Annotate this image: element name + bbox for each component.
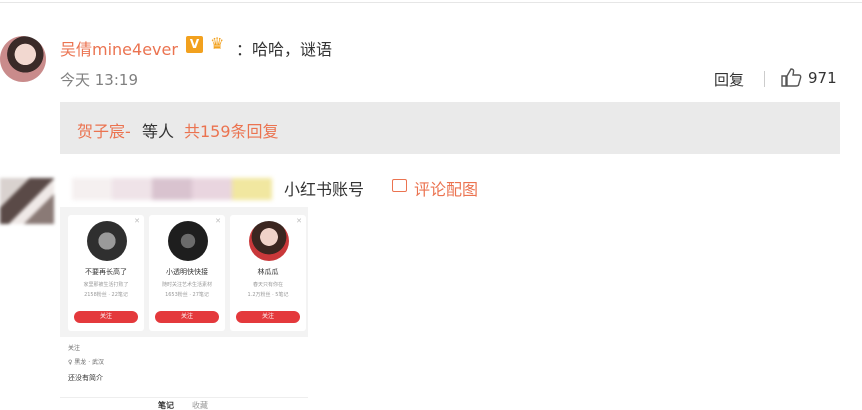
profile-line: 关注 [68, 345, 81, 352]
card-stats: 1653粉丝 · 27笔记 [165, 292, 209, 298]
sub-reply-username[interactable]: 贺子宸- [77, 118, 131, 142]
follow-button: 关注 [155, 311, 219, 323]
comment-image-link[interactable]: 评论配图 [414, 176, 478, 200]
card-desc: 随时关注艺术生活素材 [161, 282, 212, 288]
sub-reply-box [60, 102, 840, 154]
like-thumb-icon[interactable] [780, 66, 802, 88]
recommend-card: ✕ 不要再长高了 家里那被生活打败了 2158粉丝 · 22笔记 关注 [68, 215, 144, 331]
verified-badge-icon: V [186, 36, 203, 53]
comment-timestamp: 今天 13:19 [60, 71, 138, 89]
recommend-card: ✕ 小透明快快接 随时关注艺术生活素材 1653粉丝 · 27笔记 关注 [149, 215, 225, 331]
card-avatar [87, 221, 127, 261]
like-count: 971 [808, 69, 837, 87]
blurred-avatar[interactable] [0, 178, 54, 224]
card-avatar [249, 221, 289, 261]
tab-notes: 笔记 [158, 401, 174, 410]
close-icon: ✕ [296, 217, 302, 225]
profile-bio: 还没有简介 [68, 374, 103, 382]
profile-section: 关注 ♀ 黑龙 · 武汉 还没有简介 笔记 收藏 [60, 337, 308, 410]
card-desc: 家里那被生活打败了 [83, 282, 129, 288]
card-avatar [168, 221, 208, 261]
action-divider [764, 71, 765, 87]
follow-button: 关注 [236, 311, 300, 323]
comment-text-2: 小红书账号 [284, 180, 365, 199]
profile-tabs: 笔记 收藏 [60, 397, 308, 410]
reply-button[interactable]: 回复 [714, 69, 744, 90]
close-icon: ✕ [134, 217, 140, 225]
image-icon[interactable] [392, 179, 407, 192]
card-name: 林瓜瓜 [257, 268, 279, 276]
avatar[interactable] [0, 36, 46, 82]
card-name: 小透明快快接 [166, 268, 208, 276]
sub-reply-text: 等人 [142, 122, 175, 141]
comment-username[interactable]: 吴倩mine4ever [60, 36, 178, 60]
card-desc: 春天只有你在 [252, 282, 283, 288]
tab-collect: 收藏 [192, 401, 208, 410]
close-icon: ✕ [215, 217, 221, 225]
blurred-username [72, 178, 272, 200]
profile-location: ♀ 黑龙 · 武汉 [68, 359, 105, 366]
comment-image[interactable]: ✕ 不要再长高了 家里那被生活打败了 2158粉丝 · 22笔记 关注 ✕ 小透… [60, 207, 308, 410]
card-stats: 1.2万粉丝 · 5笔记 [247, 292, 289, 298]
card-stats: 2158粉丝 · 22笔记 [84, 292, 128, 298]
card-name: 不要再长高了 [85, 268, 127, 276]
follow-button: 关注 [74, 311, 138, 323]
top-divider [0, 2, 862, 3]
view-replies-link[interactable]: 共159条回复 [184, 118, 279, 142]
comment-text: ：哈哈，谜语 [236, 40, 333, 59]
recommend-card: ✕ 林瓜瓜 春天只有你在 1.2万粉丝 · 5笔记 关注 [230, 215, 306, 331]
crown-icon: ♛ [210, 34, 225, 53]
